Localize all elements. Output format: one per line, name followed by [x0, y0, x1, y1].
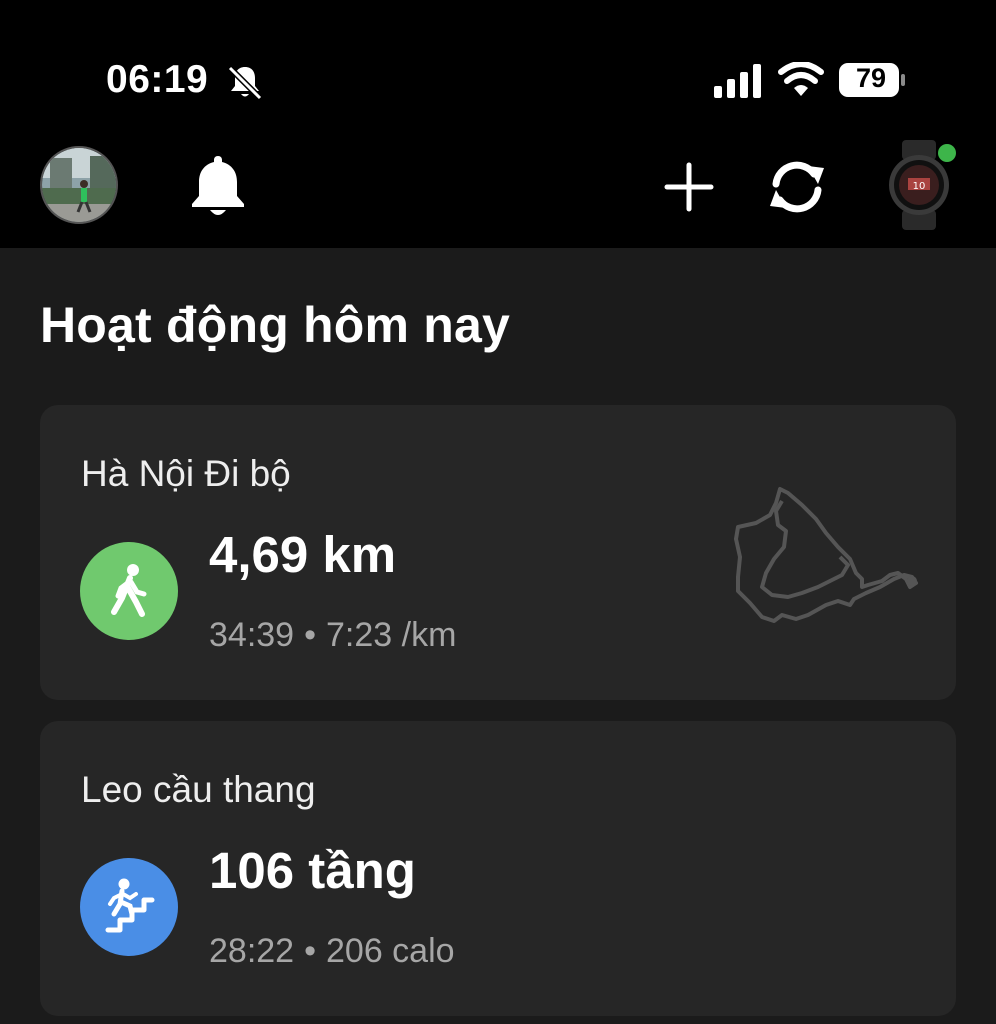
avatar-photo [42, 148, 116, 222]
status-time: 06:19 [106, 58, 209, 101]
sync-icon[interactable] [764, 156, 830, 218]
activity-pace: 7:23 /km [326, 616, 457, 654]
activity-card-walking[interactable]: Hà Nội Đi bộ 4,69 km 34:39 • 7:23 /km [40, 405, 956, 700]
header-area: 06:19 79 10 [0, 0, 996, 248]
notification-bell-icon[interactable] [188, 154, 248, 218]
activity-details: 28:22 • 206 calo [209, 932, 455, 971]
separator-dot: • [304, 616, 316, 654]
device-connected-indicator [938, 144, 956, 162]
activity-floors: 106 tầng [209, 842, 416, 899]
stairs-climbing-icon [80, 858, 178, 956]
bell-muted-icon [227, 65, 263, 101]
activity-details: 34:39 • 7:23 /km [209, 616, 456, 655]
activity-label: Leo cầu thang [81, 769, 316, 810]
add-icon[interactable] [664, 162, 714, 212]
svg-text:10: 10 [913, 181, 926, 192]
page-title: Hoạt động hôm nay [40, 297, 511, 353]
separator-dot: • [304, 932, 316, 970]
activity-card-stairs[interactable]: Leo cầu thang 106 tầng 28:22 • 206 calo [40, 721, 956, 1016]
activity-duration: 34:39 [209, 616, 295, 654]
profile-avatar[interactable] [40, 146, 118, 224]
walking-icon [80, 542, 178, 640]
wifi-icon [778, 62, 824, 96]
cellular-signal-icon [714, 64, 761, 98]
activity-label: Hà Nội Đi bộ [81, 453, 291, 494]
route-map-thumbnail [734, 487, 918, 623]
battery-level: 79 [855, 63, 887, 93]
activity-calories: 206 calo [326, 932, 455, 970]
activity-duration: 28:22 [209, 932, 295, 970]
activity-distance: 4,69 km [209, 526, 397, 583]
